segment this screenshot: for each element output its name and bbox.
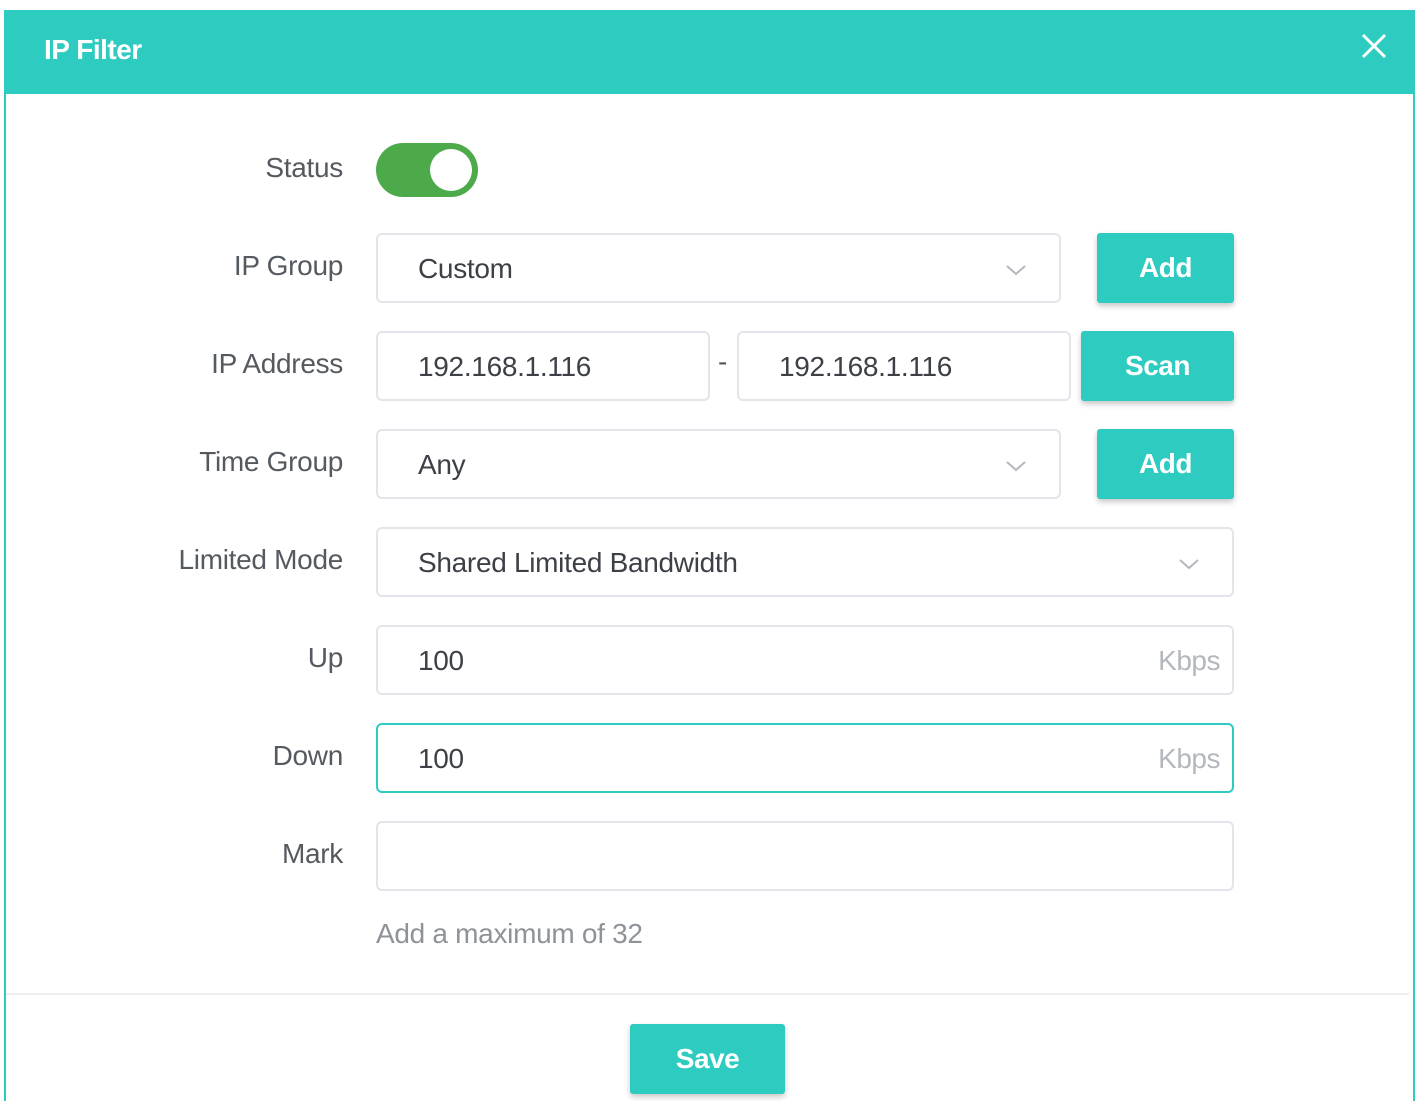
limited-mode-value: Shared Limited Bandwidth [418,547,738,578]
time-group-label: Time Group [199,446,343,477]
close-icon[interactable] [1359,31,1389,61]
up-value: 100 [418,645,464,676]
down-label: Down [272,740,344,771]
time-group-select[interactable]: Any [376,429,1061,499]
time-group-add-button[interactable]: Add [1097,429,1234,499]
up-unit: Kbps [1158,645,1220,676]
ip-start-input[interactable]: 192.168.1.116 [376,331,710,401]
footer-divider [6,993,1409,995]
chevron-down-icon [1179,559,1199,570]
mark-hint: Add a maximum of 32 [376,918,643,949]
limited-mode-label: Limited Mode [178,544,344,575]
ip-group-add-button[interactable]: Add [1097,233,1234,303]
ip-start-value: 192.168.1.116 [418,351,592,382]
ip-end-input[interactable]: 192.168.1.116 [737,331,1071,401]
chevron-down-icon [1006,461,1026,472]
up-input[interactable]: 100 Kbps [376,625,1234,695]
mark-label: Mark [281,838,343,869]
ip-address-label: IP Address [211,348,343,379]
save-button[interactable]: Save [630,1024,785,1094]
mark-input[interactable] [376,821,1234,891]
scan-button[interactable]: Scan [1081,331,1234,401]
dialog-header: IP Filter [4,10,1415,94]
limited-mode-select[interactable]: Shared Limited Bandwidth [376,527,1234,597]
status-toggle[interactable] [376,143,478,197]
ip-range-separator: - [718,346,728,377]
ip-end-value: 192.168.1.116 [779,351,953,382]
ip-group-value: Custom [418,253,513,284]
time-group-value: Any [418,449,466,480]
dialog-title: IP Filter [44,34,142,65]
ip-group-label: IP Group [233,250,343,281]
ip-group-select[interactable]: Custom [376,233,1061,303]
down-value: 100 [418,743,464,774]
down-input[interactable]: 100 Kbps [376,723,1234,793]
down-unit: Kbps [1158,743,1220,774]
status-label: Status [265,152,343,183]
up-label: Up [307,642,344,673]
toggle-knob [430,149,472,191]
chevron-down-icon [1006,265,1026,276]
